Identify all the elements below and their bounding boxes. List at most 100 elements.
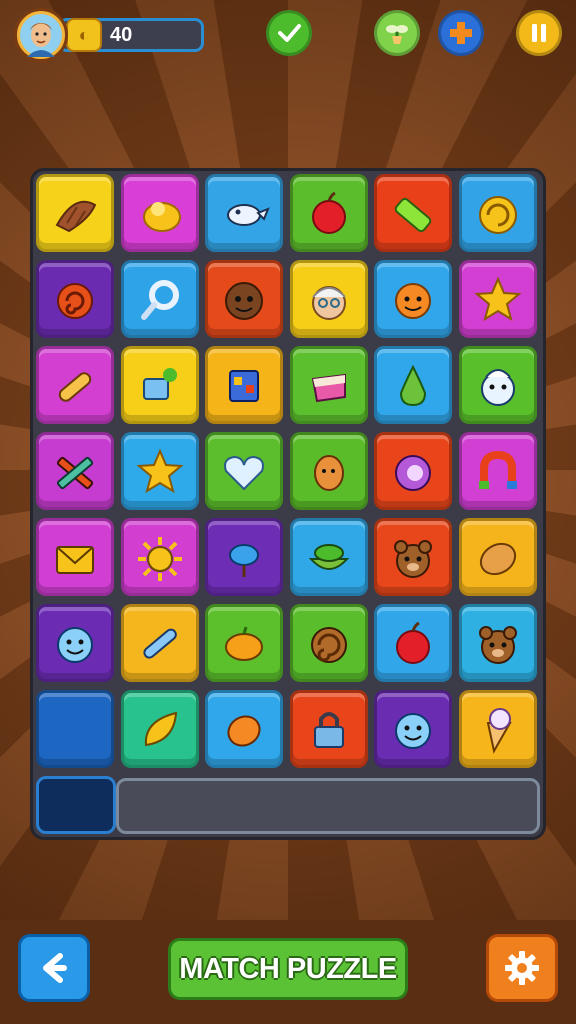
tile-pear[interactable] [374, 346, 453, 424]
tile-battery[interactable] [374, 174, 453, 252]
back-arrow-icon [43, 953, 67, 983]
tile-purple-swirl[interactable] [374, 432, 453, 510]
bread-icon [479, 542, 517, 576]
gear-icon [505, 951, 539, 985]
tile-sun-splat[interactable] [120, 518, 199, 596]
watering-can-icon [142, 368, 177, 400]
battery-icon [395, 197, 432, 233]
bear-face-icon [394, 540, 433, 578]
ring-key-icon [140, 280, 179, 320]
lime-bowl-icon [308, 544, 350, 570]
tile-apple[interactable] [374, 604, 453, 682]
tile-crossed-pencils[interactable] [36, 432, 114, 510]
tile-magnet[interactable] [459, 432, 537, 510]
tile-watering-can[interactable] [120, 346, 199, 424]
tile-grandma-face[interactable] [289, 260, 368, 338]
cake-slice-icon [311, 373, 346, 403]
pumpkin-icon [225, 626, 264, 661]
bear-face-icon [479, 626, 517, 664]
lemon-slice-icon [142, 202, 181, 232]
collection-tray [116, 778, 540, 834]
tile-bread[interactable] [459, 518, 537, 596]
snowman-face-icon [481, 369, 515, 406]
tile-lime-bowl[interactable] [289, 518, 368, 596]
pause-button[interactable] [516, 10, 562, 56]
smile-face-icon [57, 627, 93, 663]
tile-ice-cream[interactable] [459, 690, 537, 768]
tile-broken-envelope[interactable] [36, 518, 114, 596]
tile-star[interactable] [120, 432, 199, 510]
cube-toy-icon [229, 370, 260, 402]
swirl-shell-icon [479, 196, 517, 234]
check-icon [278, 24, 301, 42]
empty-tile[interactable] [36, 690, 114, 768]
tile-pumpkin[interactable] [205, 604, 284, 682]
grandma-face-icon [311, 286, 346, 320]
tile-fish[interactable] [205, 518, 284, 596]
back-button[interactable] [18, 934, 90, 1002]
tile-bear-face[interactable] [459, 604, 537, 682]
coin-count: 40 [110, 24, 133, 46]
tile-orange-face[interactable] [374, 260, 453, 338]
tile-rolling-pin[interactable] [36, 346, 114, 424]
pear-icon [400, 364, 427, 407]
sprout-icon [386, 25, 408, 44]
potato-face-icon [313, 455, 344, 491]
tile-leaf[interactable] [120, 690, 199, 768]
monkey-face-icon [225, 282, 264, 320]
cinnamon-roll-icon [310, 627, 347, 663]
bird-icon [227, 204, 270, 226]
orange-fruit-icon [227, 715, 261, 747]
tile-cake-slice[interactable] [289, 346, 368, 424]
coin-icon: ◐ [66, 18, 102, 52]
tile-ring-key[interactable] [120, 260, 199, 338]
brush-icon [142, 628, 177, 659]
heart-icon [224, 455, 265, 491]
star-icon [474, 276, 522, 322]
sprout-button[interactable] [374, 10, 420, 56]
tile-smile-face[interactable] [374, 690, 453, 768]
leaf-icon [144, 711, 177, 747]
apple-icon [396, 621, 431, 664]
star-icon [136, 448, 184, 494]
tile-star[interactable] [459, 260, 537, 338]
tile-bear-face[interactable] [374, 518, 453, 596]
tile-monkey-face[interactable] [205, 260, 284, 338]
avatar-portrait-icon [20, 14, 62, 57]
tile-spiral-snail[interactable] [36, 260, 114, 338]
tile-orange-fruit[interactable] [205, 690, 284, 768]
tile-apple[interactable] [289, 174, 368, 252]
holding-slot[interactable] [36, 776, 116, 834]
tile-bird[interactable] [205, 174, 284, 252]
tile-heart[interactable] [205, 432, 284, 510]
tile-smile-face[interactable] [36, 604, 114, 682]
tile-padlock[interactable] [289, 690, 368, 768]
player-avatar[interactable] [14, 8, 68, 62]
pause-icon [532, 24, 546, 42]
apple-icon [311, 191, 346, 234]
plus-icon [450, 22, 472, 44]
ice-cream-icon [486, 708, 512, 754]
tile-brush[interactable] [120, 604, 199, 682]
game-title-button[interactable]: MATCH PUZZLE [168, 938, 408, 1000]
tile-lemon-slice[interactable] [120, 174, 199, 252]
fish-icon [229, 544, 260, 577]
tile-swirl-shell[interactable] [459, 174, 537, 252]
tile-snowman-face[interactable] [459, 346, 537, 424]
tile-cinnamon-roll[interactable] [289, 604, 368, 682]
settings-button[interactable] [486, 934, 558, 1002]
rolling-pin-icon [58, 372, 92, 402]
orange-face-icon [395, 283, 432, 319]
tile-potato-face[interactable] [289, 432, 368, 510]
sun-splat-icon [137, 537, 182, 581]
broken-envelope-icon [56, 546, 94, 574]
add-button[interactable] [438, 10, 484, 56]
tile-croissant[interactable] [36, 174, 114, 252]
smile-face-icon [395, 713, 432, 749]
crossed-pencils-icon [56, 456, 94, 490]
purple-swirl-icon [395, 455, 432, 491]
magnet-icon [479, 450, 517, 489]
croissant-icon [55, 200, 97, 233]
checkmark-button[interactable] [266, 10, 312, 56]
tile-cube-toy[interactable] [205, 346, 284, 424]
